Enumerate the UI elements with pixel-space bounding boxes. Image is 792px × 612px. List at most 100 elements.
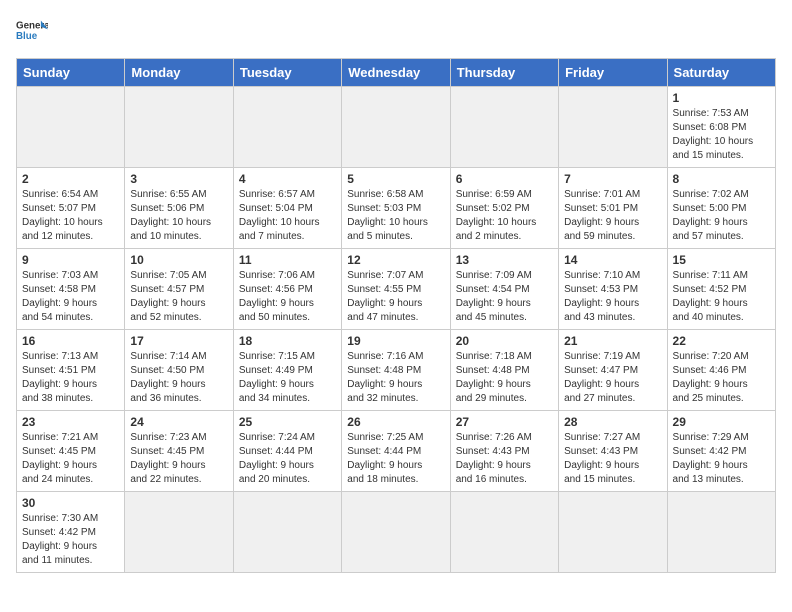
calendar-cell: 22Sunrise: 7:20 AM Sunset: 4:46 PM Dayli… bbox=[667, 330, 775, 411]
day-info: Sunrise: 7:19 AM Sunset: 4:47 PM Dayligh… bbox=[564, 350, 661, 406]
calendar-cell: 9 Sunrise: 7:03 AM Sunset: 4:58 PM Daylig… bbox=[17, 249, 125, 330]
day-number: 25 bbox=[239, 415, 336, 429]
day-number: 11 bbox=[239, 253, 336, 267]
day-number: 12 bbox=[347, 253, 444, 267]
calendar-cell: 6 Sunrise: 6:59 AM Sunset: 5:02 PM Daylig… bbox=[450, 168, 558, 249]
day-info: Sunrise: 7:29 AM Sunset: 4:42 PM Dayligh… bbox=[673, 431, 770, 487]
day-info: Sunrise: 7:26 AM Sunset: 4:43 PM Dayligh… bbox=[456, 431, 553, 487]
day-info: Sunrise: 7:25 AM Sunset: 4:44 PM Dayligh… bbox=[347, 431, 444, 487]
day-number: 8 bbox=[673, 172, 770, 186]
day-number: 3 bbox=[130, 172, 227, 186]
calendar-cell: 29Sunrise: 7:29 AM Sunset: 4:42 PM Dayli… bbox=[667, 411, 775, 492]
day-number: 20 bbox=[456, 334, 553, 348]
day-info: Sunrise: 6:59 AM Sunset: 5:02 PM Dayligh… bbox=[456, 188, 553, 244]
day-info: Sunrise: 7:16 AM Sunset: 4:48 PM Dayligh… bbox=[347, 350, 444, 406]
calendar-cell bbox=[125, 87, 233, 168]
day-header-saturday: Saturday bbox=[667, 59, 775, 87]
day-info: Sunrise: 6:55 AM Sunset: 5:06 PM Dayligh… bbox=[130, 188, 227, 244]
day-number: 26 bbox=[347, 415, 444, 429]
calendar-cell bbox=[450, 492, 558, 573]
calendar-cell: 26 Sunrise: 7:25 AM Sunset: 4:44 PM Dayli… bbox=[342, 411, 450, 492]
day-number: 19 bbox=[347, 334, 444, 348]
day-number: 27 bbox=[456, 415, 553, 429]
day-number: 2 bbox=[22, 172, 119, 186]
calendar-cell bbox=[233, 492, 341, 573]
day-info: Sunrise: 6:54 AM Sunset: 5:07 PM Dayligh… bbox=[22, 188, 119, 244]
day-number: 24 bbox=[130, 415, 227, 429]
logo-icon: General Blue bbox=[16, 16, 48, 48]
calendar-cell: 25 Sunrise: 7:24 AM Sunset: 4:44 PM Dayli… bbox=[233, 411, 341, 492]
day-number: 6 bbox=[456, 172, 553, 186]
day-info: Sunrise: 7:03 AM Sunset: 4:58 PM Dayligh… bbox=[22, 269, 119, 325]
svg-text:Blue: Blue bbox=[16, 31, 38, 42]
day-header-friday: Friday bbox=[559, 59, 667, 87]
day-info: Sunrise: 7:20 AM Sunset: 4:46 PM Dayligh… bbox=[673, 350, 770, 406]
calendar-cell: 23 Sunrise: 7:21 AM Sunset: 4:45 PM Dayli… bbox=[17, 411, 125, 492]
calendar-cell: 18Sunrise: 7:15 AM Sunset: 4:49 PM Dayli… bbox=[233, 330, 341, 411]
day-header-wednesday: Wednesday bbox=[342, 59, 450, 87]
calendar-cell: 7 Sunrise: 7:01 AM Sunset: 5:01 PM Daylig… bbox=[559, 168, 667, 249]
calendar-cell: 13Sunrise: 7:09 AM Sunset: 4:54 PM Dayli… bbox=[450, 249, 558, 330]
day-info: Sunrise: 7:10 AM Sunset: 4:53 PM Dayligh… bbox=[564, 269, 661, 325]
day-info: Sunrise: 7:06 AM Sunset: 4:56 PM Dayligh… bbox=[239, 269, 336, 325]
day-number: 1 bbox=[673, 91, 770, 105]
calendar-cell: 10Sunrise: 7:05 AM Sunset: 4:57 PM Dayli… bbox=[125, 249, 233, 330]
day-number: 17 bbox=[130, 334, 227, 348]
day-number: 28 bbox=[564, 415, 661, 429]
day-number: 30 bbox=[22, 496, 119, 510]
calendar-cell: 17Sunrise: 7:14 AM Sunset: 4:50 PM Dayli… bbox=[125, 330, 233, 411]
day-number: 7 bbox=[564, 172, 661, 186]
day-header-sunday: Sunday bbox=[17, 59, 125, 87]
calendar-cell: 20 Sunrise: 7:18 AM Sunset: 4:48 PM Dayli… bbox=[450, 330, 558, 411]
day-info: Sunrise: 7:30 AM Sunset: 4:42 PM Dayligh… bbox=[22, 512, 119, 568]
day-info: Sunrise: 7:05 AM Sunset: 4:57 PM Dayligh… bbox=[130, 269, 227, 325]
calendar-cell: 28 Sunrise: 7:27 AM Sunset: 4:43 PM Dayli… bbox=[559, 411, 667, 492]
calendar-week-5: 30 Sunrise: 7:30 AM Sunset: 4:42 PM Dayli… bbox=[17, 492, 776, 573]
calendar-week-4: 23 Sunrise: 7:21 AM Sunset: 4:45 PM Dayli… bbox=[17, 411, 776, 492]
day-number: 15 bbox=[673, 253, 770, 267]
day-info: Sunrise: 7:13 AM Sunset: 4:51 PM Dayligh… bbox=[22, 350, 119, 406]
calendar-cell bbox=[342, 492, 450, 573]
calendar-cell bbox=[233, 87, 341, 168]
day-number: 5 bbox=[347, 172, 444, 186]
calendar-cell bbox=[342, 87, 450, 168]
calendar-cell: 12Sunrise: 7:07 AM Sunset: 4:55 PM Dayli… bbox=[342, 249, 450, 330]
day-info: Sunrise: 7:18 AM Sunset: 4:48 PM Dayligh… bbox=[456, 350, 553, 406]
day-info: Sunrise: 7:02 AM Sunset: 5:00 PM Dayligh… bbox=[673, 188, 770, 244]
calendar-cell: 15 Sunrise: 7:11 AM Sunset: 4:52 PM Dayli… bbox=[667, 249, 775, 330]
calendar-cell: 5 Sunrise: 6:58 AM Sunset: 5:03 PM Daylig… bbox=[342, 168, 450, 249]
calendar-cell bbox=[125, 492, 233, 573]
calendar-cell: 30 Sunrise: 7:30 AM Sunset: 4:42 PM Dayli… bbox=[17, 492, 125, 573]
day-info: Sunrise: 7:21 AM Sunset: 4:45 PM Dayligh… bbox=[22, 431, 119, 487]
day-header-thursday: Thursday bbox=[450, 59, 558, 87]
day-header-monday: Monday bbox=[125, 59, 233, 87]
calendar-cell: 3 Sunrise: 6:55 AM Sunset: 5:06 PM Daylig… bbox=[125, 168, 233, 249]
calendar-cell: 8 Sunrise: 7:02 AM Sunset: 5:00 PM Daylig… bbox=[667, 168, 775, 249]
day-info: Sunrise: 7:27 AM Sunset: 4:43 PM Dayligh… bbox=[564, 431, 661, 487]
day-number: 4 bbox=[239, 172, 336, 186]
day-header-tuesday: Tuesday bbox=[233, 59, 341, 87]
calendar-cell bbox=[17, 87, 125, 168]
calendar-cell bbox=[450, 87, 558, 168]
day-info: Sunrise: 7:24 AM Sunset: 4:44 PM Dayligh… bbox=[239, 431, 336, 487]
day-number: 21 bbox=[564, 334, 661, 348]
day-number: 9 bbox=[22, 253, 119, 267]
day-number: 23 bbox=[22, 415, 119, 429]
calendar-cell: 24Sunrise: 7:23 AM Sunset: 4:45 PM Dayli… bbox=[125, 411, 233, 492]
calendar-cell: 11 Sunrise: 7:06 AM Sunset: 4:56 PM Dayli… bbox=[233, 249, 341, 330]
calendar-week-3: 16 Sunrise: 7:13 AM Sunset: 4:51 PM Dayli… bbox=[17, 330, 776, 411]
calendar-header-row: SundayMondayTuesdayWednesdayThursdayFrid… bbox=[17, 59, 776, 87]
calendar-cell: 27 Sunrise: 7:26 AM Sunset: 4:43 PM Dayli… bbox=[450, 411, 558, 492]
calendar-cell bbox=[559, 87, 667, 168]
day-info: Sunrise: 7:11 AM Sunset: 4:52 PM Dayligh… bbox=[673, 269, 770, 325]
day-info: Sunrise: 6:58 AM Sunset: 5:03 PM Dayligh… bbox=[347, 188, 444, 244]
day-number: 16 bbox=[22, 334, 119, 348]
calendar-cell bbox=[667, 492, 775, 573]
calendar-cell: 14Sunrise: 7:10 AM Sunset: 4:53 PM Dayli… bbox=[559, 249, 667, 330]
day-info: Sunrise: 7:01 AM Sunset: 5:01 PM Dayligh… bbox=[564, 188, 661, 244]
calendar-cell: 4 Sunrise: 6:57 AM Sunset: 5:04 PM Daylig… bbox=[233, 168, 341, 249]
calendar-cell: 19 Sunrise: 7:16 AM Sunset: 4:48 PM Dayli… bbox=[342, 330, 450, 411]
day-info: Sunrise: 6:57 AM Sunset: 5:04 PM Dayligh… bbox=[239, 188, 336, 244]
logo: General Blue bbox=[16, 16, 48, 48]
calendar: SundayMondayTuesdayWednesdayThursdayFrid… bbox=[16, 58, 776, 573]
